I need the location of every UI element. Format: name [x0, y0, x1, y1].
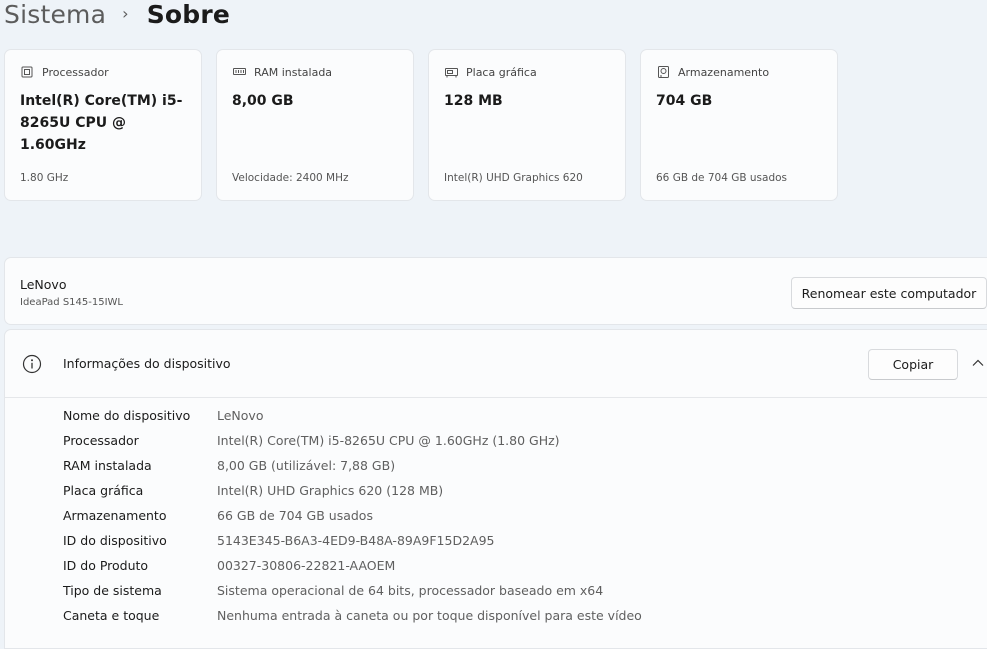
spec-label: Nome do dispositivo	[63, 408, 191, 423]
spec-value: LeNovo	[217, 408, 264, 423]
spec-label: RAM instalada	[63, 458, 152, 473]
ram-card: RAM instalada 8,00 GB Velocidade: 2400 M…	[216, 49, 414, 201]
spec-value: 8,00 GB (utilizável: 7,88 GB)	[217, 458, 396, 473]
device-name: LeNovo	[20, 277, 67, 292]
card-value: Intel(R) Core(TM) i5-8265U CPU @ 1.60GHz	[20, 93, 183, 153]
graphics-card-icon	[444, 65, 458, 79]
graphics-card: Placa gráfica 128 MB Intel(R) UHD Graphi…	[428, 49, 626, 201]
page-title: Sobre	[146, 0, 231, 29]
card-title: RAM instalada	[254, 65, 333, 79]
spec-value: 5143E345-B6A3-4ED9-B48A-89A9F15D2A95	[217, 533, 495, 548]
device-info-title: Informações do dispositivo	[63, 356, 231, 371]
card-value: 8,00 GB	[232, 93, 294, 109]
device-name-bar: LeNovo IdeaPad S145-15IWL Renomear este …	[4, 257, 987, 325]
card-value: 128 MB	[444, 93, 503, 109]
device-info-header[interactable]: Informações do dispositivo Copiar	[5, 330, 987, 398]
card-subtext: Intel(R) UHD Graphics 620	[444, 172, 583, 184]
processor-icon	[20, 65, 34, 79]
spec-label: Armazenamento	[63, 508, 167, 523]
info-icon	[22, 354, 42, 374]
copy-button[interactable]: Copiar	[868, 349, 958, 380]
device-model: IdeaPad S145-15IWL	[20, 297, 123, 308]
card-subtext: 1.80 GHz	[20, 172, 69, 184]
card-title: Processador	[42, 65, 109, 79]
storage-card: Armazenamento 704 GB 66 GB de 704 GB usa…	[640, 49, 838, 201]
chevron-up-icon[interactable]	[971, 357, 985, 369]
processor-card: Processador Intel(R) Core(TM) i5-8265U C…	[4, 49, 202, 201]
spec-label: Caneta e toque	[63, 608, 160, 623]
card-subtext: Velocidade: 2400 MHz	[232, 172, 349, 184]
chevron-right-icon: ›	[122, 3, 129, 23]
breadcrumb-parent-sistema[interactable]: Sistema	[4, 0, 106, 29]
spec-label: Placa gráfica	[63, 483, 144, 498]
spec-value: Sistema operacional de 64 bits, processa…	[217, 583, 604, 598]
spec-label: Tipo de sistema	[63, 583, 162, 598]
device-info-panel: Informações do dispositivo Copiar Nome d…	[4, 329, 987, 649]
spec-value: Intel(R) Core(TM) i5-8265U CPU @ 1.60GHz…	[217, 433, 560, 448]
spec-label: ID do Produto	[63, 558, 149, 573]
storage-icon	[656, 65, 670, 79]
breadcrumb: Sistema › Sobre	[4, 0, 230, 32]
rename-computer-button[interactable]: Renomear este computador	[791, 277, 987, 309]
ram-icon	[232, 65, 246, 79]
spec-value: Nenhuma entrada à caneta ou por toque di…	[217, 608, 642, 623]
spec-label: ID do dispositivo	[63, 533, 167, 548]
spec-value: Intel(R) UHD Graphics 620 (128 MB)	[217, 483, 444, 498]
card-title: Placa gráfica	[466, 65, 537, 79]
card-value: 704 GB	[656, 93, 713, 109]
spec-value: 00327-30806-22821-AAOEM	[217, 558, 396, 573]
card-title: Armazenamento	[678, 65, 770, 79]
card-subtext: 66 GB de 704 GB usados	[656, 172, 788, 184]
spec-label: Processador	[63, 433, 139, 448]
spec-value: 66 GB de 704 GB usados	[217, 508, 373, 523]
